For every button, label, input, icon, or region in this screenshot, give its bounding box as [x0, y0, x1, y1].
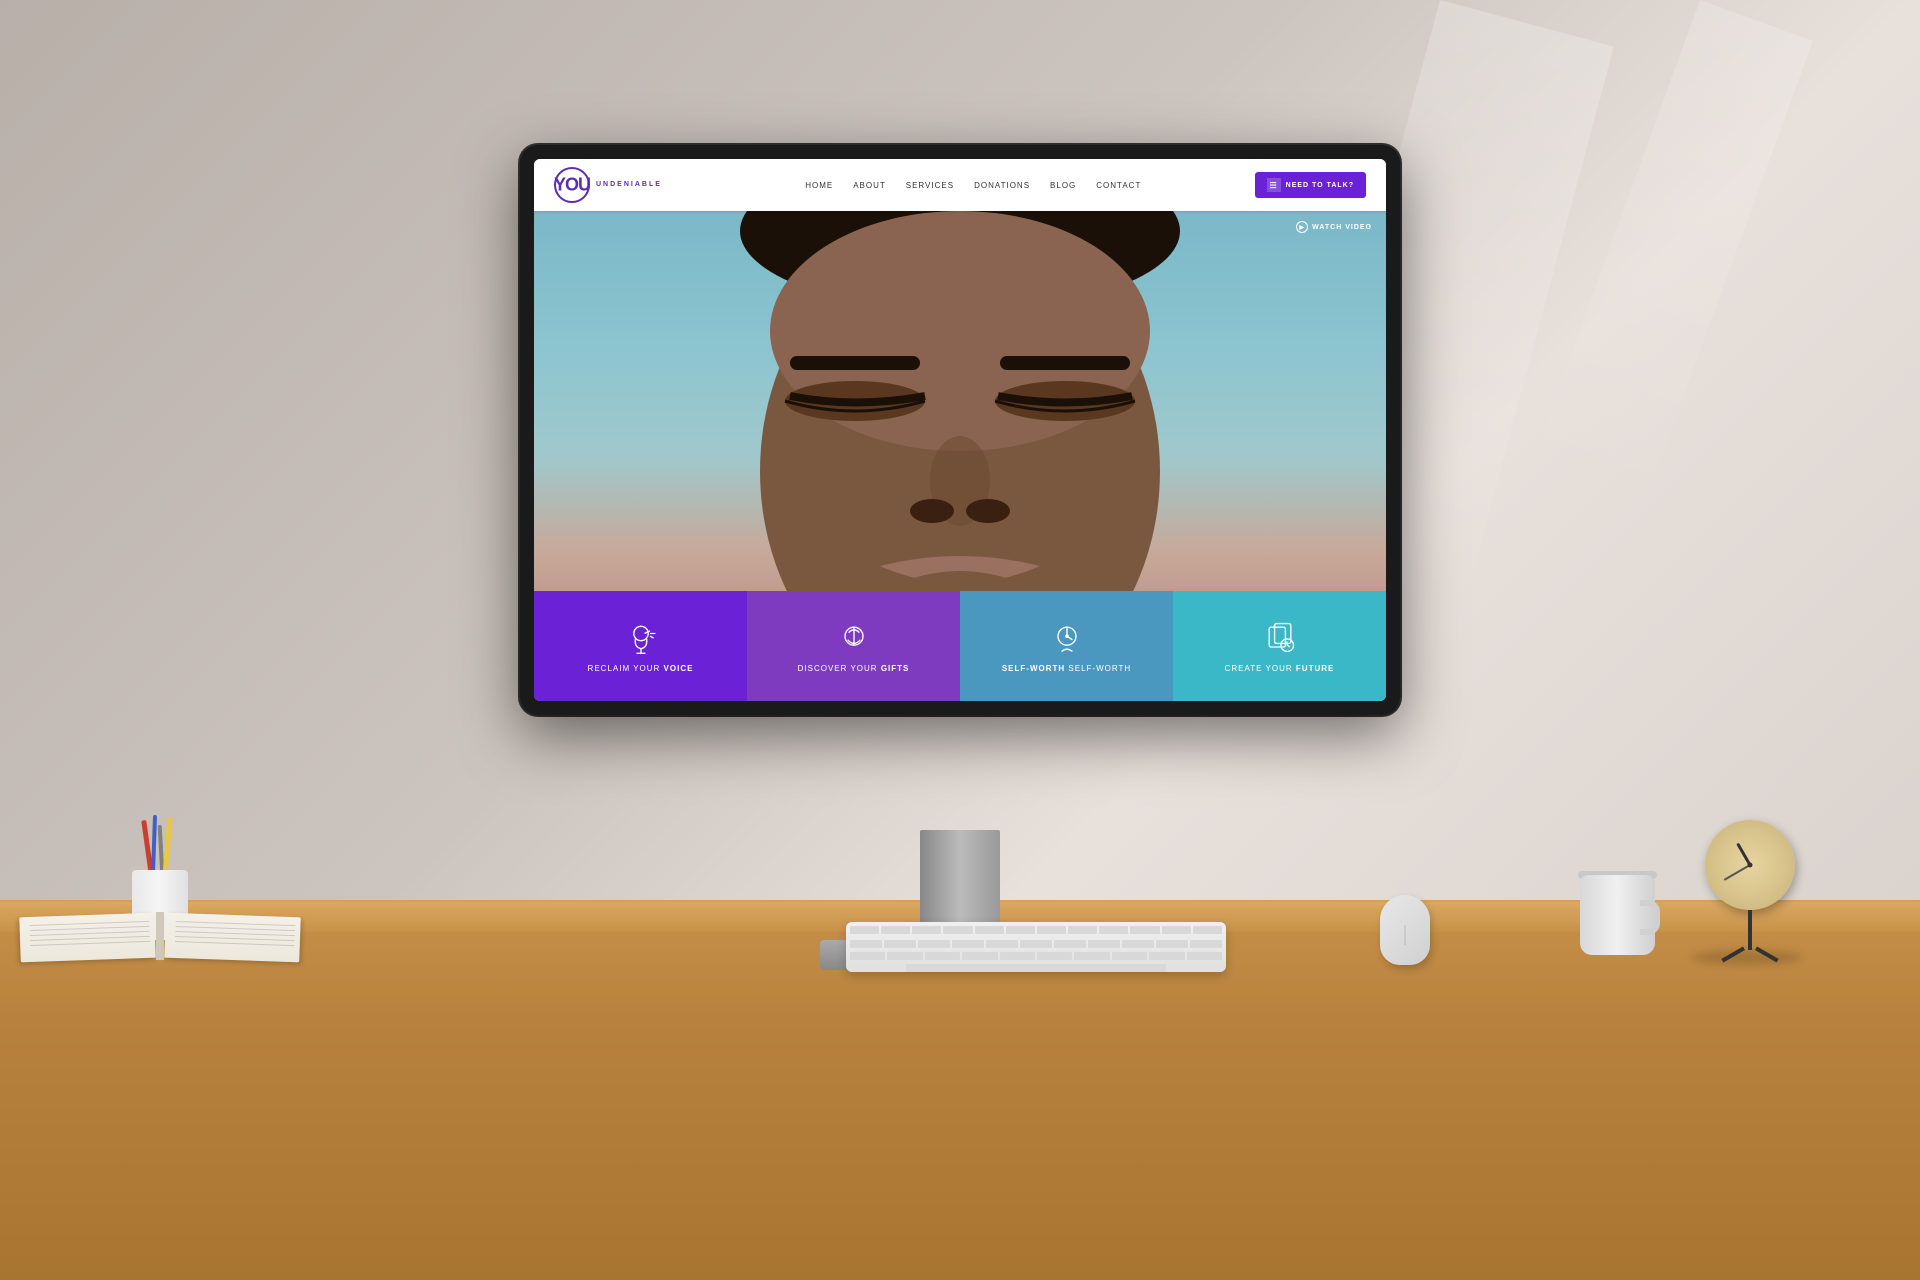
monitor: YOU UNDENIABLE HOME ABOUT SERVICES DONAT… [520, 145, 1400, 715]
key [1006, 926, 1035, 934]
gifts-icon [836, 620, 872, 656]
hero-background: ▶ WATCH VIDEO RECLAIM Y [534, 211, 1386, 701]
nav-blog[interactable]: BLOG [1050, 181, 1076, 190]
mug-handle [1640, 900, 1660, 935]
key [1037, 952, 1072, 960]
key [918, 940, 950, 948]
key [1187, 952, 1222, 960]
book-line [30, 921, 150, 926]
key [1122, 940, 1154, 948]
key [1190, 940, 1222, 948]
book-line [30, 936, 150, 941]
menu-icon: ☰ [1267, 178, 1281, 192]
monitor-screen: YOU UNDENIABLE HOME ABOUT SERVICES DONAT… [534, 159, 1386, 701]
key [850, 926, 879, 934]
mouse [1380, 895, 1430, 965]
book-line [30, 931, 150, 936]
key [1074, 952, 1109, 960]
key [1054, 940, 1086, 948]
nav-services[interactable]: SERVICES [906, 181, 954, 190]
key [887, 952, 922, 960]
clock-center-dot [1748, 863, 1753, 868]
keyboard-mid-row [846, 938, 1226, 950]
nav-cta-button[interactable]: ☰ NEED TO TALK? [1255, 172, 1366, 198]
service-card-restore[interactable]: SELF-WORTH SELF-WORTH [960, 591, 1173, 701]
clock-shadow [1692, 950, 1802, 965]
keyboard [846, 922, 1226, 972]
book-line [175, 936, 295, 941]
logo-circle: YOU [554, 167, 590, 203]
key [1020, 940, 1052, 948]
key [925, 952, 960, 960]
card-label-discover: DISCOVER YOUR GIFTS [798, 664, 910, 673]
key [986, 940, 1018, 948]
voice-icon [623, 620, 659, 656]
coffee-mug [1570, 855, 1660, 955]
book-line [175, 931, 295, 936]
desk-clock [1700, 820, 1800, 950]
key [1193, 926, 1222, 934]
nav-cta-label: NEED TO TALK? [1286, 182, 1354, 189]
key [850, 952, 885, 960]
card-label-reclaim: RECLAIM YOUR VOICE [588, 664, 694, 673]
keyboard-top-row [846, 922, 1226, 938]
key [912, 926, 941, 934]
service-cards: RECLAIM YOUR VOICE DISCOVER YOUR GIFTS [534, 591, 1386, 701]
brand-logo: YOU UNDENIABLE [554, 167, 662, 203]
website-hero: ▶ WATCH VIDEO RECLAIM Y [534, 211, 1386, 701]
book-spine [156, 912, 164, 960]
card-label-restore: SELF-WORTH SELF-WORTH [1002, 664, 1131, 673]
website-navbar: YOU UNDENIABLE HOME ABOUT SERVICES DONAT… [534, 159, 1386, 211]
nav-about[interactable]: ABOUT [853, 181, 886, 190]
key [1099, 926, 1128, 934]
nav-links: HOME ABOUT SERVICES DONATIONS BLOG CONTA… [692, 181, 1255, 190]
book-line [30, 941, 150, 946]
book-line [30, 926, 150, 931]
keyboard-bot-row [846, 950, 1226, 962]
book-left-page [19, 913, 155, 963]
key [1130, 926, 1159, 934]
book-right-page [164, 913, 300, 963]
open-book [20, 910, 300, 960]
key [1156, 940, 1188, 948]
key [1112, 952, 1147, 960]
key [1000, 952, 1035, 960]
future-icon [1262, 620, 1298, 656]
key [1162, 926, 1191, 934]
book-line [175, 941, 295, 946]
key [962, 952, 997, 960]
key [881, 926, 910, 934]
logo-text: UNDENIABLE [596, 181, 662, 189]
book-line [176, 921, 296, 926]
watch-video-label: WATCH VIDEO [1312, 224, 1372, 231]
logo-you: YOU [554, 175, 590, 196]
card-label-create: CREATE YOUR FUTURE [1225, 664, 1335, 673]
mouse-divider [1405, 925, 1406, 945]
key [1149, 952, 1184, 960]
key [1068, 926, 1097, 934]
restore-icon [1049, 620, 1085, 656]
key [850, 940, 882, 948]
service-card-create[interactable]: CREATE YOUR FUTURE [1173, 591, 1386, 701]
key [1088, 940, 1120, 948]
book-line [175, 926, 295, 931]
key [952, 940, 984, 948]
key [884, 940, 916, 948]
play-icon: ▶ [1296, 221, 1308, 233]
watch-video-button[interactable]: ▶ WATCH VIDEO [1296, 221, 1372, 233]
clock-minute-hand [1724, 864, 1751, 881]
service-card-discover[interactable]: DISCOVER YOUR GIFTS [747, 591, 960, 701]
nav-home[interactable]: HOME [805, 181, 833, 190]
book-lines-right [175, 921, 296, 950]
clock-face [1705, 820, 1795, 910]
nav-donations[interactable]: DONATIONS [974, 181, 1030, 190]
clock-stand [1748, 910, 1752, 950]
service-card-reclaim[interactable]: RECLAIM YOUR VOICE [534, 591, 747, 701]
nav-contact[interactable]: CONTACT [1096, 181, 1141, 190]
key [1037, 926, 1066, 934]
key [975, 926, 1004, 934]
key [943, 926, 972, 934]
book-lines [30, 921, 151, 950]
spacebar [906, 964, 1166, 972]
